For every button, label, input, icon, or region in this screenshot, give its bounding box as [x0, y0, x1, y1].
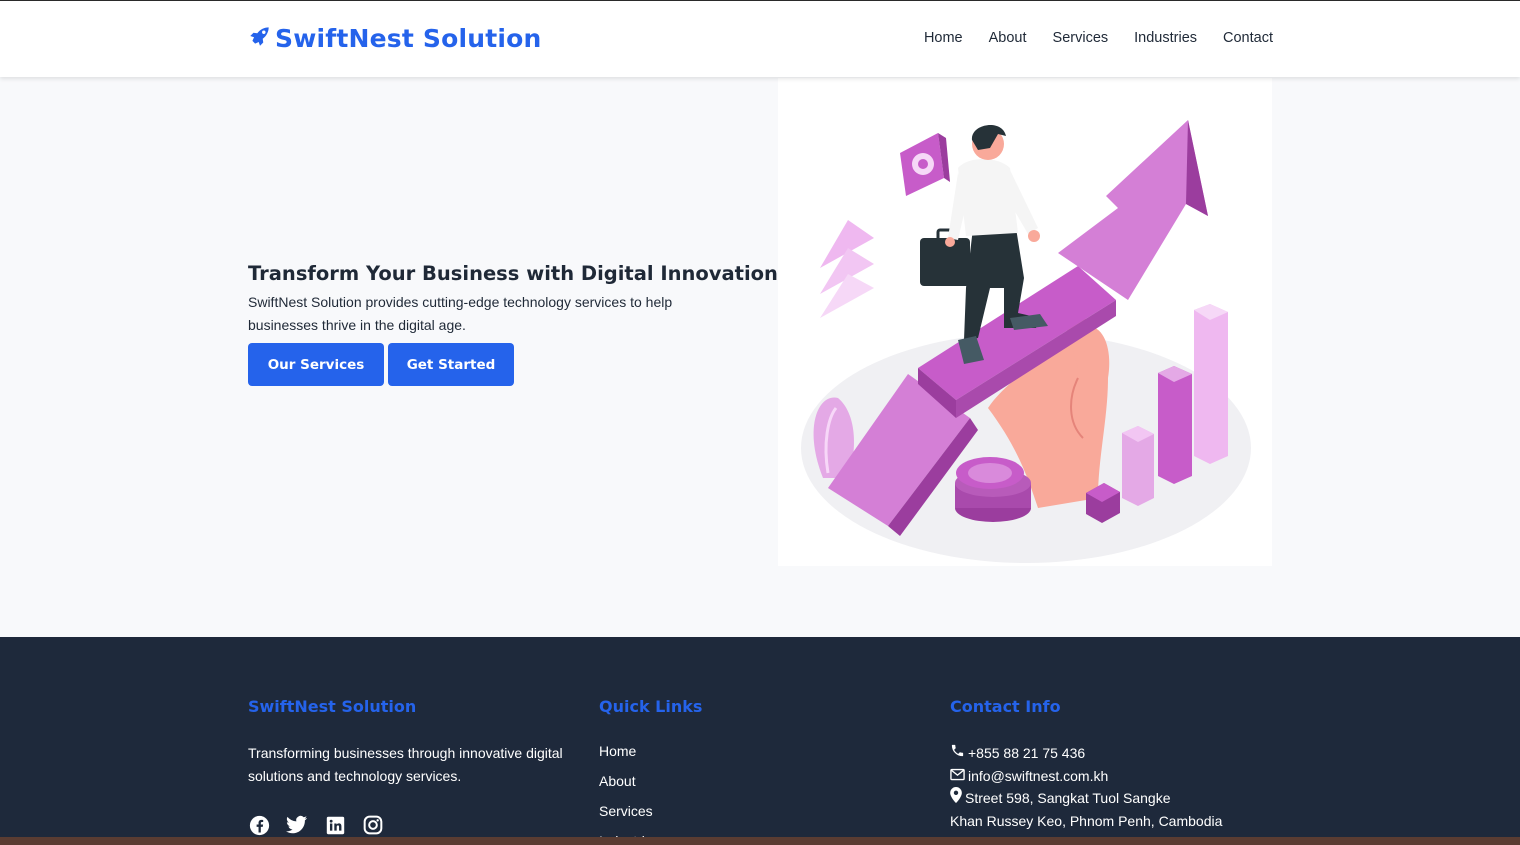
rocket-icon: [247, 23, 273, 54]
brand-name: SwiftNest Solution: [275, 24, 542, 53]
contact-info-title: Contact Info: [950, 697, 1061, 716]
address-line-2: Khan Russey Keo, Phnom Penh, Cambodia: [950, 812, 1223, 829]
footer-description: Transforming businesses through innovati…: [248, 745, 563, 784]
hero-title: Transform Your Business with Digital Inn…: [248, 262, 778, 285]
phone-number: +855 88 21 75 436: [968, 745, 1086, 761]
taskbar-strip: [0, 837, 1520, 845]
footer-link-about[interactable]: About: [599, 772, 799, 802]
map-marker-icon: [950, 787, 962, 810]
quick-links-title: Quick Links: [599, 697, 703, 716]
our-services-button[interactable]: Our Services: [248, 343, 384, 386]
email-address[interactable]: info@swiftnest.com.kh: [968, 765, 1108, 788]
contact-phone: +855 88 21 75 436: [950, 742, 1280, 765]
footer-link-home[interactable]: Home: [599, 742, 799, 772]
hero-illustration: [778, 78, 1272, 566]
contact-address: Street 598, Sangkat Tuol Sangke: [950, 787, 1280, 810]
contact-details: +855 88 21 75 436 info@swiftnest.com.kh …: [950, 742, 1280, 832]
address-line-1: Street 598, Sangkat Tuol Sangke: [965, 790, 1171, 806]
twitter-icon[interactable]: [286, 814, 308, 836]
quick-links-list: Home About Services Industries: [599, 742, 799, 845]
nav-home[interactable]: Home: [924, 30, 963, 46]
instagram-icon[interactable]: [362, 814, 384, 836]
hero-subtitle: SwiftNest Solution provides cutting-edge…: [248, 294, 673, 333]
footer-brand-title: SwiftNest Solution: [248, 697, 417, 716]
nav-contact[interactable]: Contact: [1223, 30, 1273, 46]
nav-about[interactable]: About: [989, 30, 1027, 46]
footer-link-services[interactable]: Services: [599, 802, 799, 832]
contact-email: info@swiftnest.com.kh: [950, 765, 1280, 788]
brand-logo[interactable]: SwiftNest Solution: [247, 23, 542, 54]
site-header: SwiftNest Solution Home About Services I…: [0, 1, 1520, 77]
get-started-button[interactable]: Get Started: [388, 343, 514, 386]
hero-buttons: Our Services Get Started: [248, 343, 748, 386]
linkedin-icon[interactable]: [324, 814, 346, 836]
envelope-icon: [950, 765, 965, 788]
footer-contact-column: Contact Info +855 88 21 75 436 info@swif…: [950, 697, 1280, 832]
nav-industries[interactable]: Industries: [1134, 30, 1197, 46]
site-footer: SwiftNest Solution Transforming business…: [0, 637, 1520, 845]
footer-about-column: SwiftNest Solution Transforming business…: [248, 697, 578, 836]
nav-services[interactable]: Services: [1053, 30, 1109, 46]
main-nav: Home About Services Industries Contact: [924, 30, 1273, 46]
footer-links-column: Quick Links Home About Services Industri…: [599, 697, 799, 845]
hero-section: Transform Your Business with Digital Inn…: [248, 262, 778, 386]
facebook-icon[interactable]: [248, 814, 270, 836]
social-links: [248, 814, 578, 836]
phone-icon: [950, 742, 965, 765]
